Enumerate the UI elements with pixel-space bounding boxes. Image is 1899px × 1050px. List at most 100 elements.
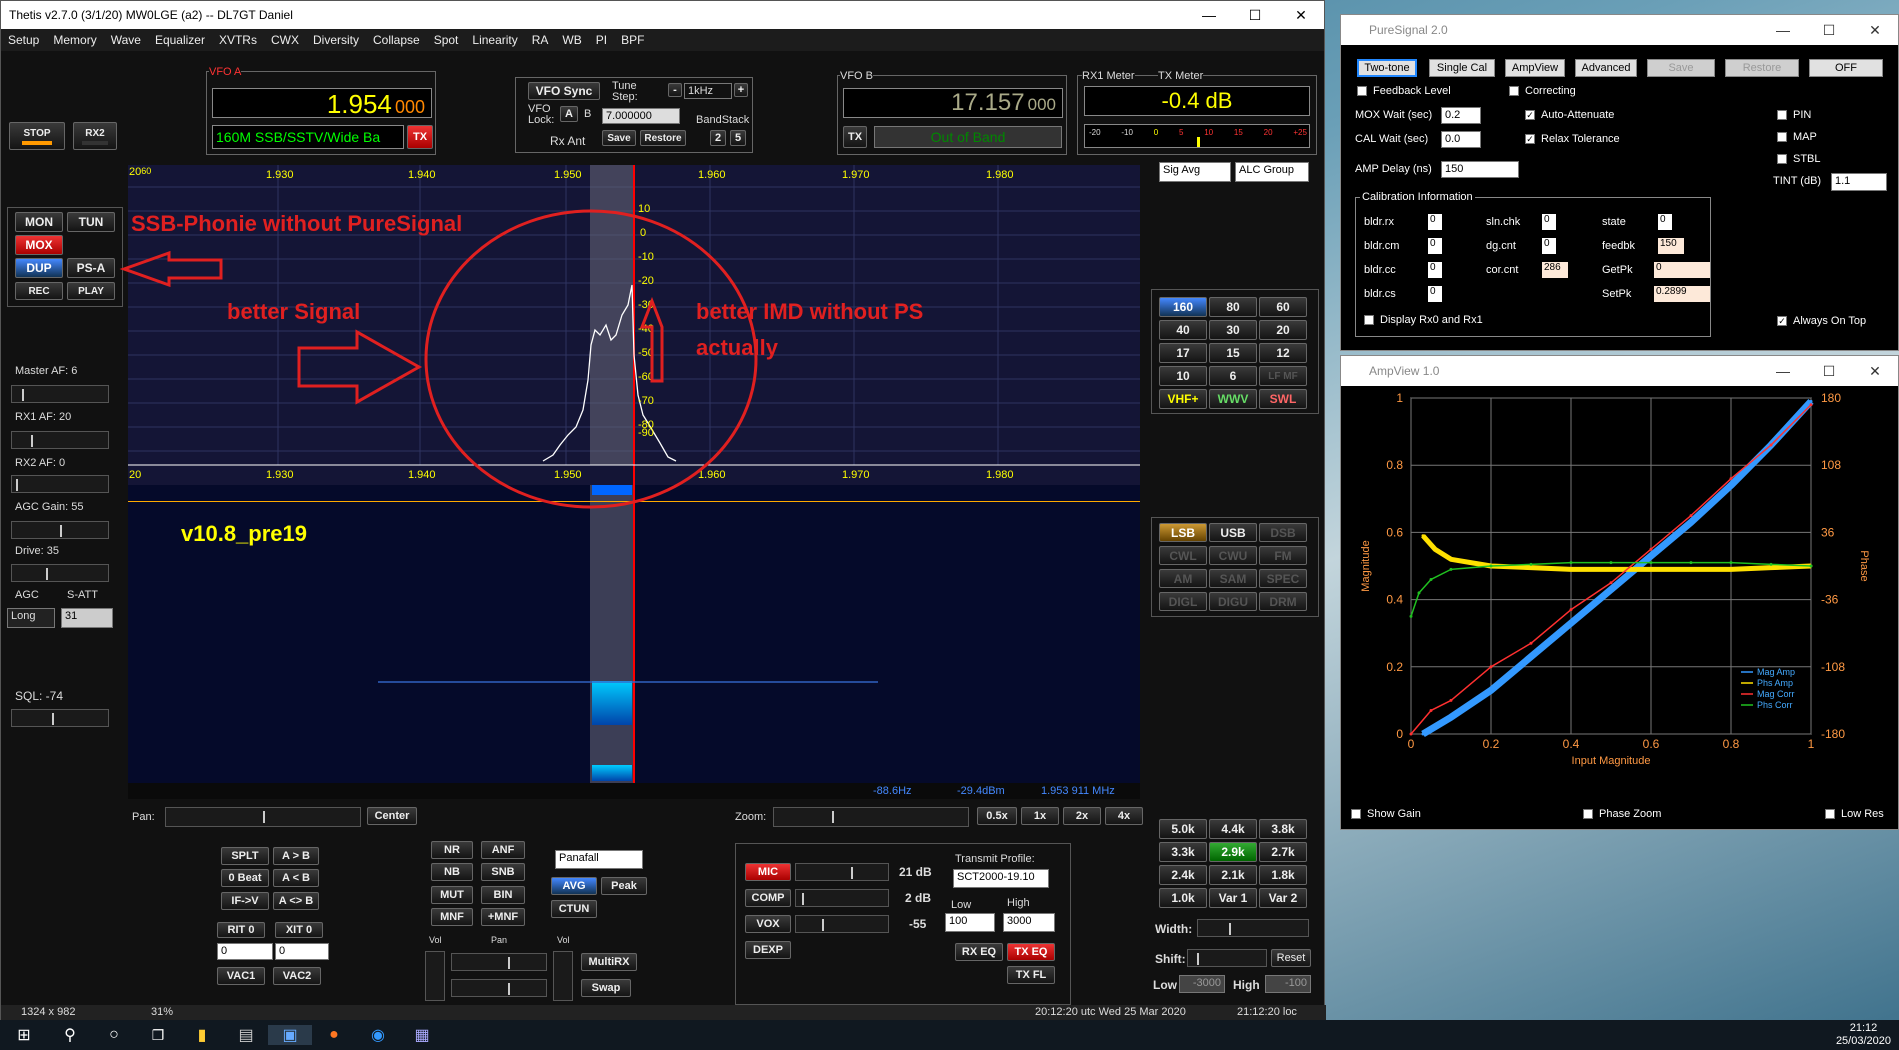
ctun-button[interactable]: CTUN — [551, 900, 597, 918]
bandstack-2-button[interactable]: 2 — [710, 130, 726, 146]
app-icon[interactable]: ◉ — [356, 1025, 400, 1045]
agc-mode-select[interactable]: Long — [7, 608, 55, 628]
shift-reset-button[interactable]: Reset — [1271, 949, 1311, 967]
vfo-a-tx-button[interactable]: TX — [407, 125, 433, 149]
tune-step-down[interactable]: - — [668, 83, 682, 97]
band-6-button[interactable]: 6 — [1209, 366, 1257, 386]
zero-beat-button[interactable]: 0 Beat — [221, 869, 269, 887]
peak-button[interactable]: Peak — [601, 877, 647, 895]
sub-vol-slider[interactable] — [553, 951, 573, 1001]
rit-button[interactable]: RIT 0 — [217, 922, 265, 938]
menu-diversity[interactable]: Diversity — [306, 33, 366, 47]
network-app-icon[interactable]: ▦ — [400, 1025, 444, 1045]
tx-eq-button[interactable]: TX EQ — [1007, 943, 1055, 961]
amp-minimize-icon[interactable]: — — [1760, 363, 1806, 380]
mode-digu-button[interactable]: DIGU — [1209, 592, 1257, 611]
nr-button[interactable]: NR — [431, 841, 473, 859]
advanced-button[interactable]: Advanced — [1575, 59, 1637, 77]
a-to-b-button[interactable]: A > B — [273, 847, 319, 865]
multirx-button[interactable]: MultiRX — [581, 953, 637, 971]
map-checkbox[interactable]: MAP — [1777, 131, 1817, 143]
pan-slider[interactable] — [165, 807, 361, 827]
menu-collapse[interactable]: Collapse — [366, 33, 427, 47]
filter-2k7-button[interactable]: 2.7k — [1259, 842, 1307, 862]
alc-group-select[interactable]: ALC Group — [1235, 162, 1309, 182]
filter-4k4-button[interactable]: 4.4k — [1209, 819, 1257, 839]
band-17-button[interactable]: 17 — [1159, 343, 1207, 363]
rx1-meter-label[interactable]: RX1 Meter — [1082, 70, 1135, 82]
dexp-button[interactable]: DEXP — [745, 941, 791, 959]
comp-slider[interactable] — [795, 889, 889, 907]
filter-3k8-button[interactable]: 3.8k — [1259, 819, 1307, 839]
s-att-stepper[interactable]: 31 — [61, 608, 113, 628]
firefox-icon[interactable]: ● — [312, 1026, 356, 1044]
mode-sam-button[interactable]: SAM — [1209, 569, 1257, 588]
split-button[interactable]: SPLT — [221, 847, 269, 865]
menu-cwx[interactable]: CWX — [264, 33, 306, 47]
a-swap-b-button[interactable]: A <> B — [273, 892, 319, 910]
zoom-slider[interactable] — [773, 807, 969, 827]
tx-low-field[interactable]: 100 — [945, 913, 995, 932]
ps-restore-button[interactable]: Restore — [1725, 59, 1799, 77]
phase-zoom-checkbox[interactable]: Phase Zoom — [1583, 808, 1661, 820]
menu-bpf[interactable]: BPF — [614, 33, 651, 47]
nb-button[interactable]: NB — [431, 863, 473, 881]
mode-cwl-button[interactable]: CWL — [1159, 546, 1207, 565]
menu-ra[interactable]: RA — [525, 33, 556, 47]
band-12-button[interactable]: 12 — [1259, 343, 1307, 363]
width-slider[interactable] — [1197, 919, 1309, 937]
restore-button[interactable]: Restore — [640, 130, 686, 146]
menu-pi[interactable]: PI — [589, 33, 614, 47]
avg-button[interactable]: AVG — [551, 877, 597, 895]
filter-var2-button[interactable]: Var 2 — [1259, 888, 1307, 908]
search-icon[interactable]: ⚲ — [48, 1025, 92, 1045]
band-80-button[interactable]: 80 — [1209, 297, 1257, 317]
bin-button[interactable]: BIN — [481, 886, 525, 904]
vfo-lock-b[interactable]: B — [584, 108, 591, 120]
tx-fl-button[interactable]: TX FL — [1007, 966, 1055, 984]
ps-off-button[interactable]: OFF — [1809, 59, 1883, 77]
rit-value-field[interactable]: 0 — [217, 943, 273, 960]
sql-slider[interactable] — [11, 709, 109, 727]
filter-2k1-button[interactable]: 2.1k — [1209, 865, 1257, 885]
task-view-icon[interactable]: ❐ — [136, 1027, 180, 1044]
correcting-checkbox[interactable]: Correcting — [1509, 85, 1576, 97]
filter-1k8-button[interactable]: 1.8k — [1259, 865, 1307, 885]
cal-wait-field[interactable]: 0.0 — [1441, 131, 1481, 148]
notepad-icon[interactable]: ▤ — [224, 1025, 268, 1045]
menu-equalizer[interactable]: Equalizer — [148, 33, 212, 47]
mnf-button[interactable]: MNF — [431, 908, 473, 926]
mode-lsb-button[interactable]: LSB — [1159, 523, 1207, 542]
low-res-checkbox[interactable]: Low Res — [1825, 808, 1884, 820]
stbl-checkbox[interactable]: STBL — [1777, 153, 1821, 165]
zoom-1x-button[interactable]: 1x — [1021, 807, 1059, 825]
two-tone-button[interactable]: Two-tone — [1357, 59, 1417, 77]
ampview-button[interactable]: AmpView — [1505, 59, 1565, 77]
tune-step-up[interactable]: + — [734, 83, 748, 97]
ps-maximize-icon[interactable]: ☐ — [1806, 22, 1852, 39]
feedback-level-checkbox[interactable]: Feedback Level — [1357, 85, 1451, 97]
vac1-button[interactable]: VAC1 — [217, 967, 265, 985]
xit-button[interactable]: XIT 0 — [275, 922, 323, 938]
vfo-b-tx-button[interactable]: TX — [843, 126, 867, 148]
display-rx-checkbox[interactable]: Display Rx0 and Rx1 — [1364, 314, 1483, 326]
tx-high-field[interactable]: 3000 — [1003, 913, 1055, 932]
menu-linearity[interactable]: Linearity — [465, 33, 524, 47]
mode-dsb-button[interactable]: DSB — [1259, 523, 1307, 542]
rx2-af-slider[interactable] — [11, 475, 109, 493]
file-explorer-icon[interactable]: ▮ — [180, 1025, 224, 1045]
comp-button[interactable]: COMP — [745, 889, 791, 907]
vox-button[interactable]: VOX — [745, 915, 791, 933]
amp-delay-field[interactable]: 150 — [1441, 161, 1519, 178]
maximize-icon[interactable]: ☐ — [1232, 7, 1278, 24]
windows-start-icon[interactable]: ⊞ — [0, 1025, 48, 1045]
b-to-a-button[interactable]: A < B — [273, 869, 319, 887]
vfo-sync-button[interactable]: VFO Sync — [528, 82, 600, 100]
always-on-top-checkbox[interactable]: ✓ Always On Top — [1777, 315, 1866, 327]
mode-spec-button[interactable]: SPEC — [1259, 569, 1307, 588]
menu-wb[interactable]: WB — [555, 33, 588, 47]
band-20-button[interactable]: 20 — [1259, 320, 1307, 340]
show-gain-checkbox[interactable]: Show Gain — [1351, 808, 1421, 820]
transmit-profile-select[interactable]: SCT2000-19.10 — [953, 869, 1049, 888]
band-vhf-button[interactable]: VHF+ — [1159, 389, 1207, 409]
